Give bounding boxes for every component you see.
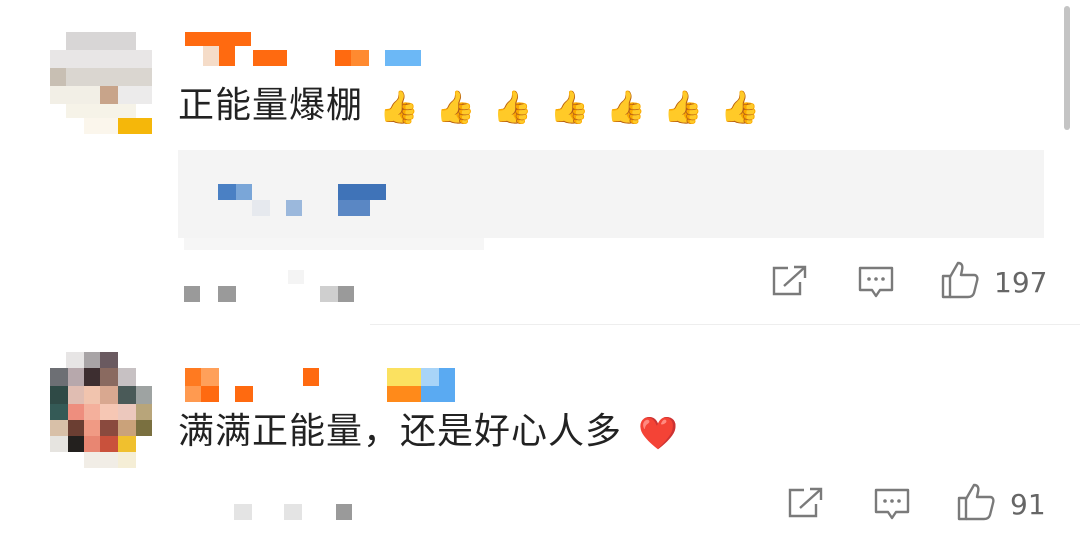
emoji-group: ❤️ (622, 411, 679, 452)
reply-button[interactable] (856, 264, 898, 302)
username[interactable] (185, 32, 425, 68)
username[interactable] (185, 368, 485, 404)
comment-icon (874, 488, 910, 520)
comment-body: 正能量爆棚 (178, 85, 364, 126)
comment-meta (184, 270, 364, 304)
avatar[interactable] (50, 32, 152, 134)
divider (370, 324, 1080, 325)
thumbs-up-emoji: 👍 (435, 88, 477, 126)
thumbs-up-emoji: 👍 (549, 88, 591, 126)
thumbs-up-icon (941, 261, 979, 299)
reply-preview[interactable] (178, 150, 1044, 250)
comment-text: 正能量爆棚 👍 👍 👍 👍 👍 👍 👍 (178, 84, 761, 129)
comment-body: 满满正能量，还是好心人多 (178, 411, 623, 452)
avatar[interactable] (50, 352, 152, 470)
comment-icon (858, 266, 894, 298)
emoji-group: 👍 👍 👍 👍 👍 👍 👍 (363, 85, 761, 126)
like-button[interactable] (940, 260, 982, 302)
thumbs-up-emoji: 👍 (720, 88, 761, 126)
share-icon (772, 265, 807, 296)
scrollbar[interactable] (1064, 6, 1070, 130)
thumbs-up-emoji: 👍 (379, 88, 420, 126)
thumbs-up-icon (957, 483, 995, 521)
comment-text: 满满正能量，还是好心人多 ❤️ (178, 410, 679, 455)
share-button[interactable] (770, 264, 810, 300)
share-icon (788, 487, 823, 518)
thumbs-up-emoji: 👍 (606, 88, 648, 126)
heart-emoji: ❤️ (638, 414, 679, 452)
reply-button[interactable] (872, 486, 914, 524)
comment-meta (234, 504, 364, 524)
share-button[interactable] (786, 486, 826, 522)
like-count: 91 (1010, 488, 1046, 521)
like-button[interactable] (956, 482, 998, 524)
thumbs-up-emoji: 👍 (663, 88, 705, 126)
like-count: 197 (994, 266, 1048, 299)
thumbs-up-emoji: 👍 (492, 88, 534, 126)
